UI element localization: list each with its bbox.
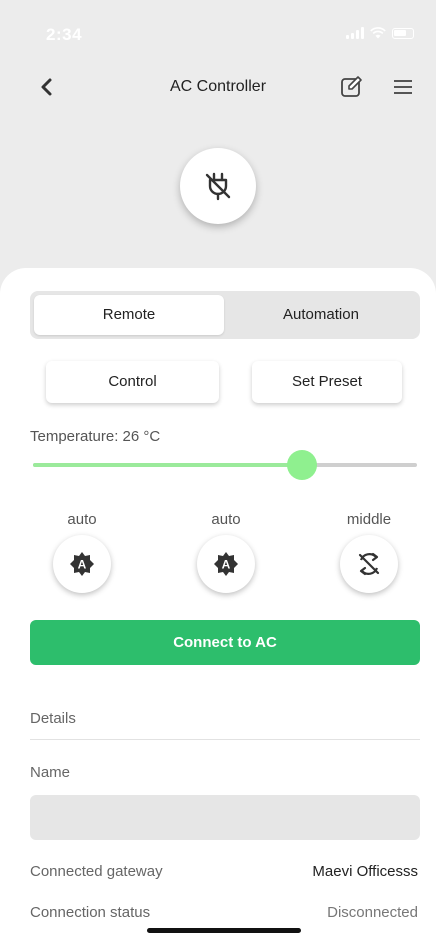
auto-fan-icon: A: [214, 552, 238, 576]
swing-off-icon: [358, 552, 380, 576]
connect-button[interactable]: Connect to AC: [30, 620, 420, 665]
fan-label: auto: [211, 511, 241, 528]
tab-remote[interactable]: Remote: [34, 295, 224, 335]
tab-automation[interactable]: Automation: [226, 295, 416, 335]
svg-text:A: A: [222, 558, 231, 572]
set-preset-button[interactable]: Set Preset: [252, 361, 402, 403]
mode-column: auto A: [42, 511, 122, 593]
status-time: 2:34: [46, 25, 83, 44]
status-bar: 2:34: [0, 0, 436, 60]
swing-label: middle: [346, 511, 392, 528]
svg-text:A: A: [78, 558, 87, 572]
auto-mode-icon: A: [70, 552, 94, 576]
battery-icon: [392, 27, 414, 39]
nav-bar: AC Controller: [0, 62, 436, 112]
details-header: Details: [30, 710, 76, 727]
mode-label: auto: [67, 511, 97, 528]
connection-status-label: Connection status: [30, 904, 151, 921]
temperature-slider[interactable]: [33, 450, 417, 480]
swing-button[interactable]: [340, 535, 398, 593]
fan-column: auto A: [186, 511, 266, 593]
plug-off-icon: [205, 172, 231, 201]
name-label: Name: [30, 764, 71, 781]
slider-fill: [33, 463, 302, 467]
name-input[interactable]: [30, 795, 420, 840]
wifi-icon: [370, 27, 386, 39]
mode-segmented-control: Remote Automation: [30, 291, 420, 339]
gateway-value: Maevi Officesss: [312, 863, 418, 880]
home-indicator[interactable]: [147, 928, 301, 933]
gateway-label: Connected gateway: [30, 863, 163, 880]
edit-icon[interactable]: [339, 74, 365, 100]
device-status-button[interactable]: [180, 148, 256, 224]
temperature-label: Temperature: 26 °C: [30, 428, 161, 445]
status-icons: [346, 27, 414, 39]
swing-column: middle: [329, 511, 409, 593]
slider-thumb[interactable]: [286, 450, 317, 480]
page-title: AC Controller: [169, 78, 267, 95]
divider: [30, 739, 420, 740]
hamburger-menu-icon[interactable]: [392, 76, 414, 98]
connection-status-value: Disconnected: [327, 904, 418, 921]
control-button[interactable]: Control: [46, 361, 219, 403]
mode-button[interactable]: A: [53, 535, 111, 593]
fan-button[interactable]: A: [197, 535, 255, 593]
cellular-signal-icon: [346, 27, 364, 39]
